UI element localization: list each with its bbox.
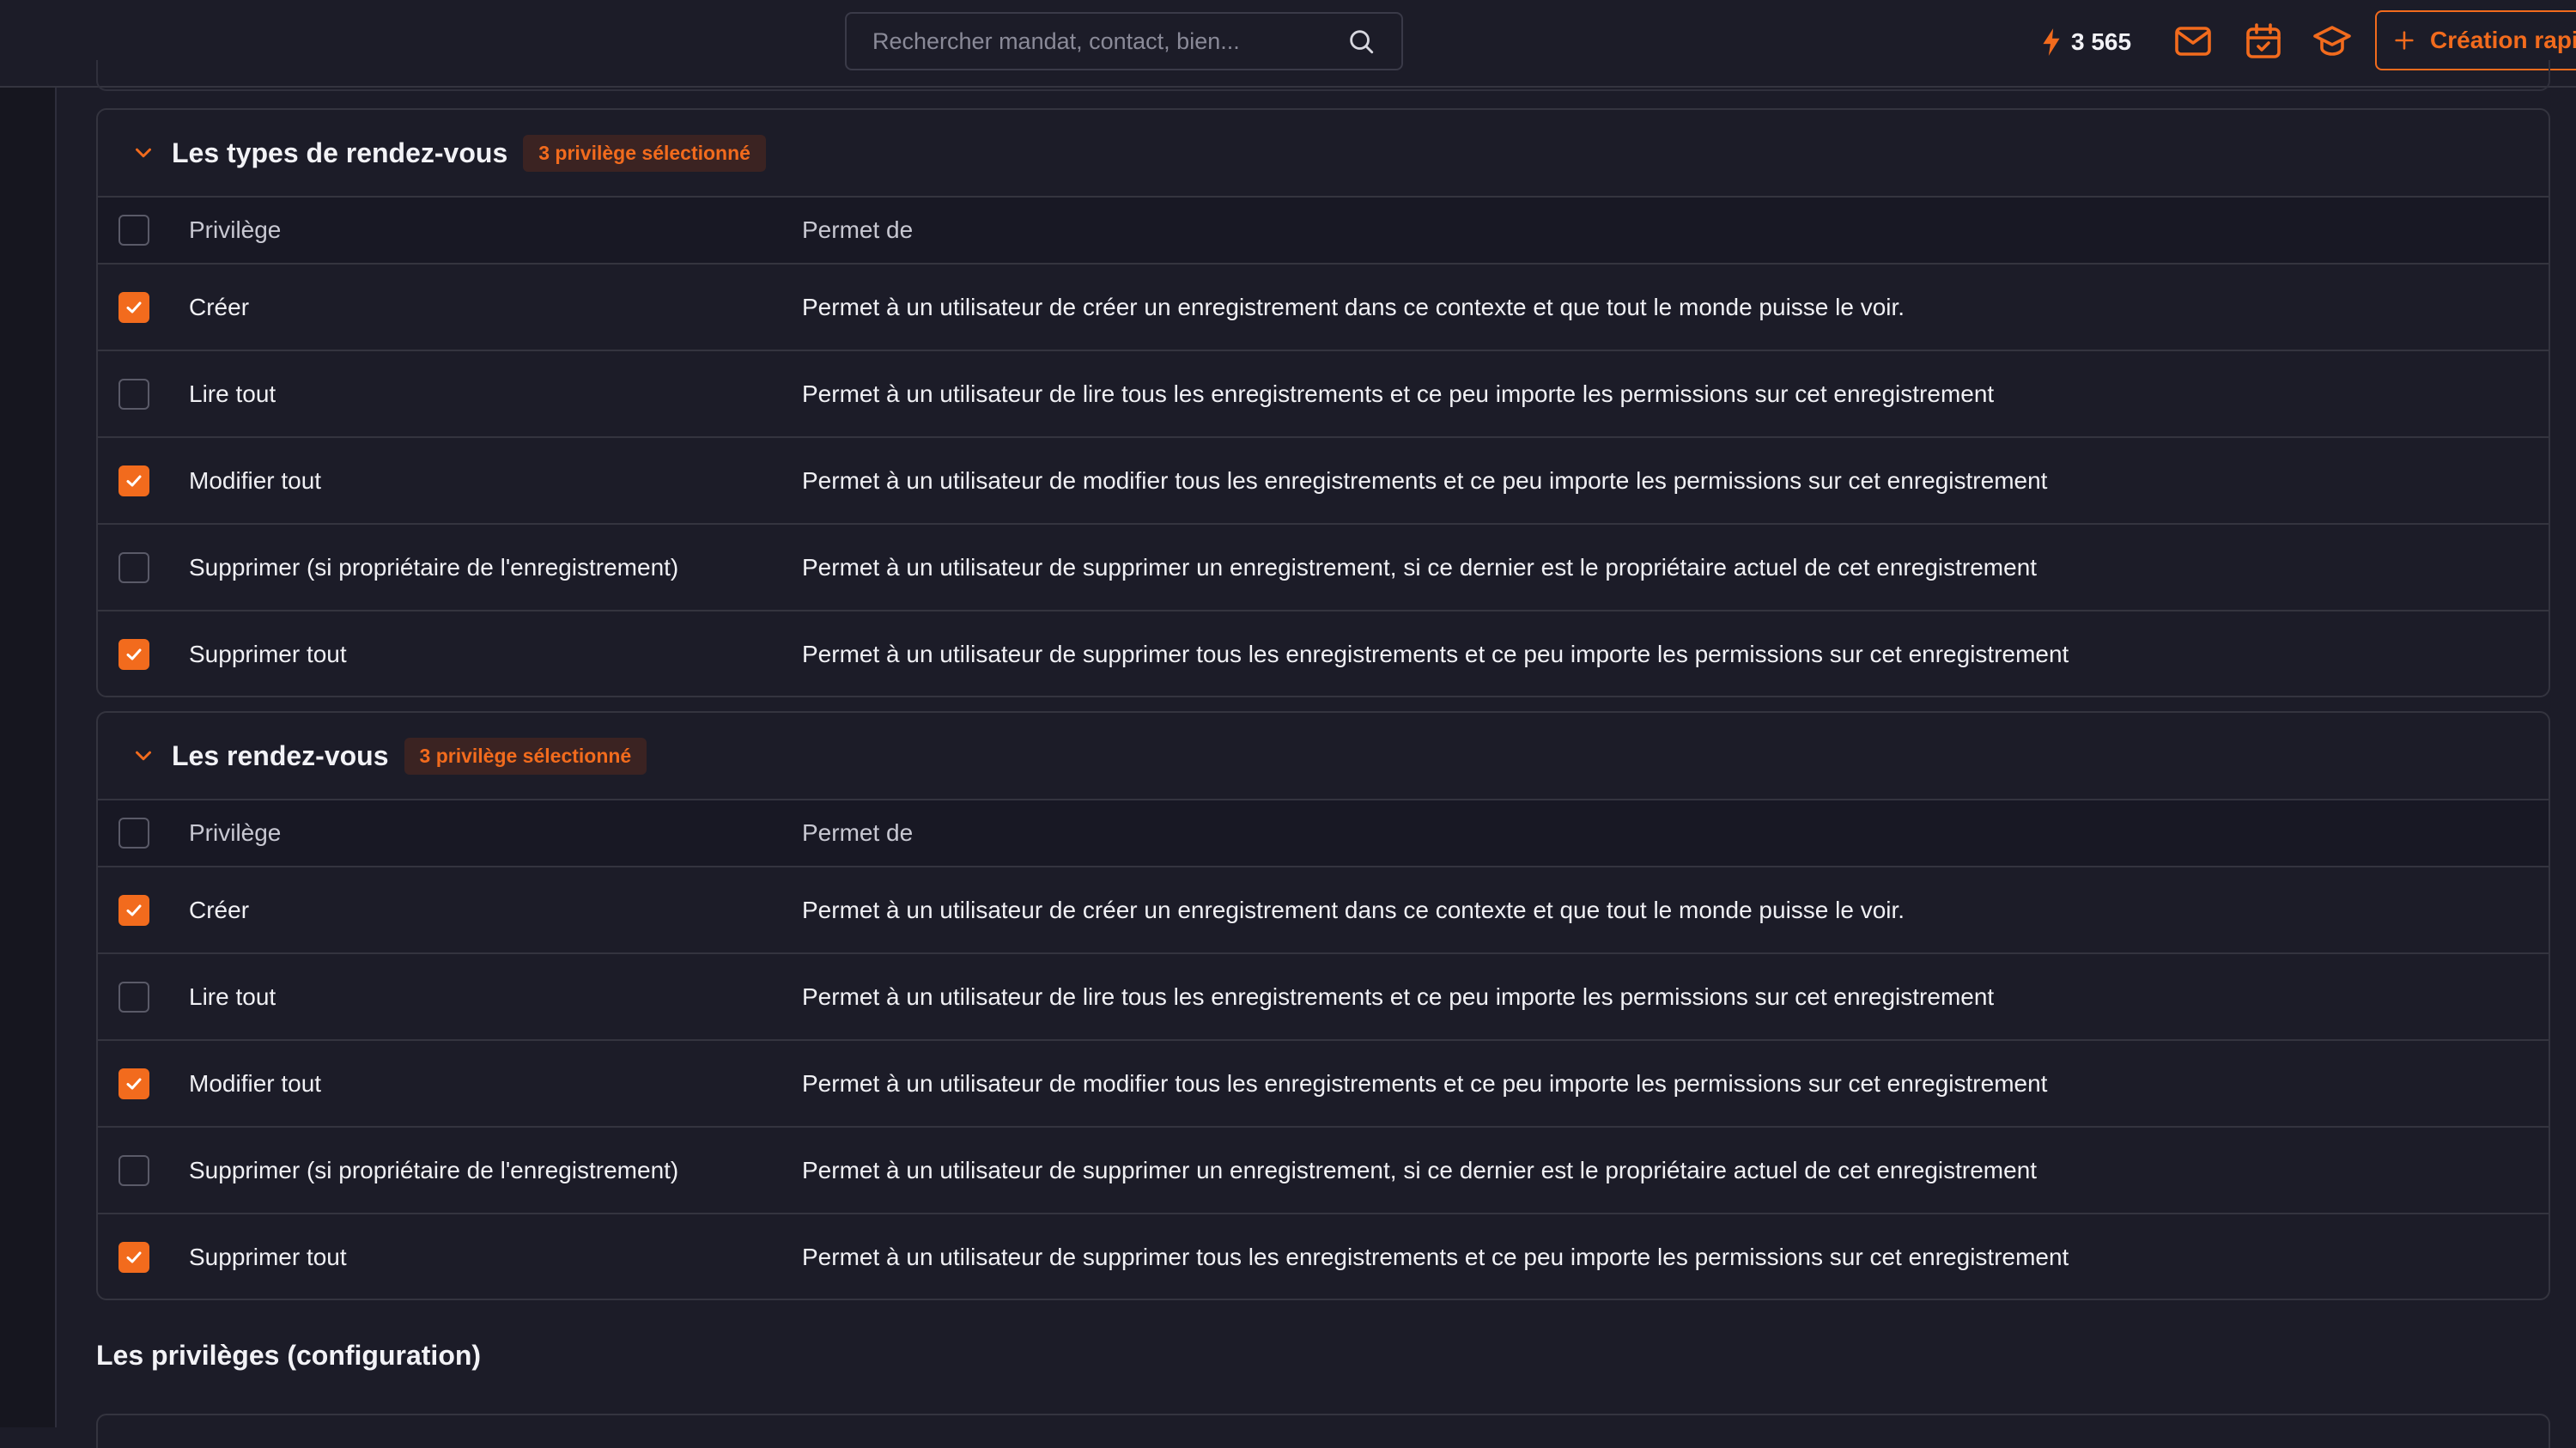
table-row[interactable]: Supprimer (si propriétaire de l'enregist…	[98, 523, 2549, 610]
privilege-description: Permet à un utilisateur de supprimer un …	[802, 1156, 2038, 1183]
section-title: Les rendez-vous	[172, 739, 389, 771]
privilege-description: Permet à un utilisateur de supprimer un …	[802, 553, 2038, 581]
left-sidebar	[0, 88, 57, 1427]
table-row[interactable]: Modifier tout Permet à un utilisateur de…	[98, 1039, 2549, 1126]
mail-icon[interactable]	[2172, 21, 2214, 62]
previous-section-edge	[96, 60, 2550, 91]
search-icon[interactable]	[1346, 27, 1376, 56]
privilege-name: Lire tout	[189, 380, 276, 407]
chevron-down-icon[interactable]	[131, 743, 156, 769]
selection-badge: 3 privilège sélectionné	[404, 737, 647, 775]
table-header: Privilège Permet de	[98, 799, 2549, 866]
column-header-description: Permet de	[802, 216, 914, 243]
privilege-checkbox[interactable]	[118, 378, 149, 410]
lightning-icon	[2043, 28, 2060, 56]
privilege-description: Permet à un utilisateur de modifier tous…	[802, 1069, 2048, 1097]
privilege-checkbox[interactable]	[118, 981, 149, 1013]
privilege-name: Créer	[189, 896, 250, 923]
privilege-description: Permet à un utilisateur de créer un enre…	[802, 293, 1905, 320]
privilege-checkbox[interactable]	[118, 1154, 149, 1186]
privilege-description: Permet à un utilisateur de supprimer tou…	[802, 1243, 2069, 1270]
privilege-name: Supprimer (si propriétaire de l'enregist…	[189, 553, 679, 581]
privilege-name: Créer	[189, 293, 250, 320]
calendar-check-icon[interactable]	[2243, 21, 2284, 62]
privilege-name: Supprimer tout	[189, 1243, 347, 1270]
credits-value: 3 565	[2071, 28, 2132, 55]
table-row[interactable]: Lire tout Permet à un utilisateur de lir…	[98, 952, 2549, 1039]
section-types-rendez-vous: Les types de rendez-vous 3 privilège sél…	[96, 108, 2550, 697]
privilege-checkbox[interactable]	[118, 638, 149, 670]
check-icon	[126, 475, 142, 486]
table-row[interactable]: Lire tout Permet à un utilisateur de lir…	[98, 350, 2549, 436]
privilege-checkbox[interactable]	[118, 465, 149, 496]
privilege-checkbox[interactable]	[118, 551, 149, 583]
check-icon	[126, 1078, 142, 1089]
select-all-checkbox[interactable]	[118, 215, 149, 246]
table-row[interactable]: Supprimer tout Permet à un utilisateur d…	[98, 610, 2549, 696]
table-header: Privilège Permet de	[98, 196, 2549, 263]
plus-icon	[2395, 31, 2414, 50]
check-icon	[126, 1251, 142, 1262]
privilege-name: Modifier tout	[189, 1069, 322, 1097]
check-icon	[126, 904, 142, 916]
privilege-description: Permet à un utilisateur de lire tous les…	[802, 983, 1995, 1010]
section-header[interactable]: Les types de rendez-vous 3 privilège sél…	[98, 110, 2549, 196]
quick-create-label: Création rapi	[2430, 27, 2576, 53]
search-input[interactable]	[872, 27, 1346, 55]
privilege-checkbox[interactable]	[118, 894, 149, 926]
privilege-checkbox[interactable]	[118, 1241, 149, 1273]
privilege-description: Permet à un utilisateur de modifier tous…	[802, 466, 2048, 494]
privilege-description: Permet à un utilisateur de supprimer tou…	[802, 640, 2069, 667]
select-all-checkbox[interactable]	[118, 818, 149, 849]
config-section-title: Les privilèges (configuration)	[96, 1340, 482, 1371]
table-row[interactable]: Modifier tout Permet à un utilisateur de…	[98, 436, 2549, 523]
column-header-privilege: Privilège	[189, 216, 282, 243]
graduation-cap-icon[interactable]	[2312, 21, 2353, 62]
section-header[interactable]: Les rendez-vous 3 privilège sélectionné	[98, 713, 2549, 799]
credits-counter[interactable]: 3 565	[2040, 22, 2131, 62]
check-icon	[126, 301, 142, 313]
chevron-down-icon[interactable]	[131, 140, 156, 166]
section-title: Les types de rendez-vous	[172, 137, 508, 168]
selection-badge: 3 privilège sélectionné	[523, 134, 766, 172]
table-row[interactable]: Créer Permet à un utilisateur de créer u…	[98, 263, 2549, 350]
table-row[interactable]: Créer Permet à un utilisateur de créer u…	[98, 866, 2549, 952]
next-section-edge	[96, 1414, 2550, 1448]
privilege-name: Supprimer (si propriétaire de l'enregist…	[189, 1156, 679, 1183]
privilege-checkbox[interactable]	[118, 291, 149, 323]
check-icon	[126, 648, 142, 660]
privilege-description: Permet à un utilisateur de créer un enre…	[802, 896, 1905, 923]
column-header-privilege: Privilège	[189, 819, 282, 846]
column-header-description: Permet de	[802, 819, 914, 846]
privilege-description: Permet à un utilisateur de lire tous les…	[802, 380, 1995, 407]
privilege-checkbox[interactable]	[118, 1068, 149, 1099]
privilege-name: Modifier tout	[189, 466, 322, 494]
privilege-name: Supprimer tout	[189, 640, 347, 667]
table-row[interactable]: Supprimer tout Permet à un utilisateur d…	[98, 1213, 2549, 1299]
table-row[interactable]: Supprimer (si propriétaire de l'enregist…	[98, 1126, 2549, 1213]
section-rendez-vous: Les rendez-vous 3 privilège sélectionné …	[96, 711, 2550, 1300]
privilege-name: Lire tout	[189, 983, 276, 1010]
